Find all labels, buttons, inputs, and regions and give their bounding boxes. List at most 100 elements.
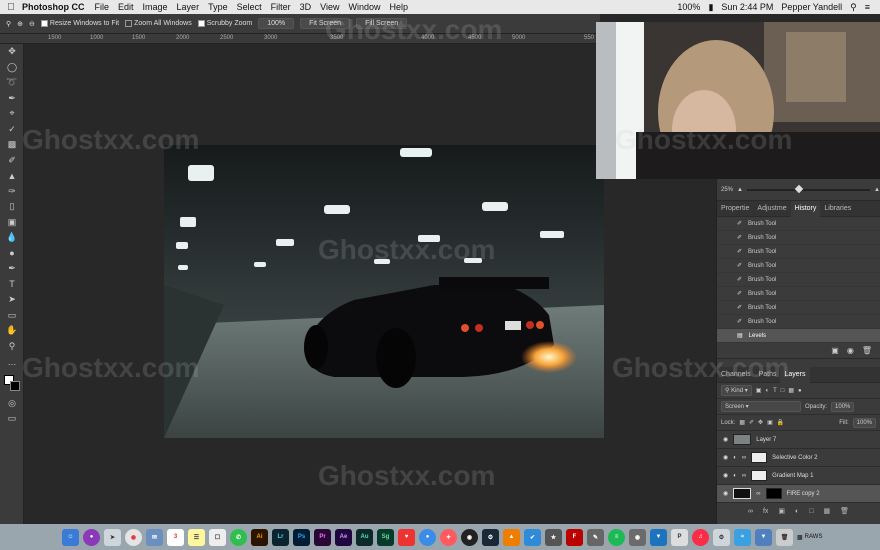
lock-artboard-icon[interactable]: ▣ xyxy=(767,419,773,426)
layer-name[interactable]: Layer 7 xyxy=(756,437,776,443)
app-icon[interactable]: ✔ xyxy=(524,528,541,546)
resize-windows-checkbox[interactable]: Resize Windows to Fit xyxy=(40,20,119,27)
zoom-all-checkbox[interactable]: Zoom All Windows xyxy=(125,20,192,27)
document-canvas[interactable] xyxy=(164,145,604,438)
fit-screen-button[interactable]: Fit Screen xyxy=(300,18,351,29)
zoom-in-large-icon[interactable]: ▲ xyxy=(874,187,880,193)
premiere-icon[interactable]: Pr xyxy=(314,528,331,546)
hand-tool-icon[interactable]: ✋ xyxy=(0,323,24,339)
adjustment-filter-icon[interactable]: ◐ xyxy=(765,388,769,394)
spotify-icon[interactable]: ≡ xyxy=(608,528,625,546)
system-preferences-icon[interactable]: ⚙ xyxy=(713,528,730,546)
eye-icon[interactable]: ◉ xyxy=(723,436,728,443)
menu-list-icon[interactable]: ≡ xyxy=(865,2,870,12)
menu-view[interactable]: View xyxy=(320,2,339,12)
camera-icon[interactable]: ◉ xyxy=(847,346,854,355)
after-effects-icon[interactable]: Ae xyxy=(335,528,352,546)
preview-icon[interactable]: P xyxy=(671,528,688,546)
launchpad-icon[interactable]: ➤ xyxy=(104,528,121,546)
fill-screen-button[interactable]: Fill Screen xyxy=(356,18,408,29)
layer-name[interactable]: Selective Color 2 xyxy=(772,455,817,461)
layer-row[interactable]: ◉ Layer 7 xyxy=(717,431,880,449)
layer-row[interactable]: ◉ ◐ ∞ Selective Color 2 xyxy=(717,449,880,467)
background-color-swatch[interactable] xyxy=(10,380,20,391)
apple-icon[interactable]:  xyxy=(0,2,22,13)
menu-select[interactable]: Select xyxy=(237,2,262,12)
tab-layers[interactable]: Layers xyxy=(780,366,810,383)
zoom-out-small-icon[interactable]: ▲ xyxy=(737,187,743,193)
history-item[interactable]: ✐ Brush Tool xyxy=(717,315,880,329)
new-group-icon[interactable]: □ xyxy=(809,508,813,515)
app-icon[interactable]: ≈ xyxy=(734,528,751,546)
menu-type[interactable]: Type xyxy=(208,2,228,12)
healing-brush-icon[interactable]: ▩ xyxy=(0,137,24,153)
battery-icon[interactable]: ▮ xyxy=(708,2,713,13)
layer-row[interactable]: ◉ ◐ ∞ Gradient Map 1 xyxy=(717,467,880,485)
mail-icon[interactable]: ✉ xyxy=(146,528,163,546)
scrubby-zoom-checkbox[interactable]: Scrubby Zoom xyxy=(197,20,252,27)
speedgrade-icon[interactable]: Sg xyxy=(377,528,394,546)
trash-icon[interactable]: 🗑 xyxy=(840,507,849,515)
illustrator-icon[interactable]: Ai xyxy=(251,528,268,546)
screen-mode-icon[interactable]: ▭ xyxy=(0,411,24,427)
new-layer-icon[interactable]: ▦ xyxy=(824,507,831,515)
history-item[interactable]: ✐ Brush Tool xyxy=(717,217,880,231)
history-item[interactable]: ✐ Brush Tool xyxy=(717,273,880,287)
search-icon[interactable]: ⚲ xyxy=(850,2,857,13)
clock[interactable]: Sun 2:44 PM xyxy=(721,2,773,12)
trash-icon[interactable]: 🗑 xyxy=(862,346,872,355)
eye-icon[interactable]: ◉ xyxy=(723,454,728,461)
lock-image-icon[interactable]: ✐ xyxy=(749,419,754,426)
trash-icon[interactable]: 🗑 xyxy=(776,528,793,546)
marquee-tool-icon[interactable]: ◯ xyxy=(0,60,24,76)
new-adjustment-icon[interactable]: ◐ xyxy=(795,508,799,515)
layer-name[interactable]: Gradient Map 1 xyxy=(772,473,813,479)
quick-select-icon[interactable]: ✒ xyxy=(0,91,24,107)
steam-icon[interactable]: ⚙ xyxy=(482,528,499,546)
quick-mask-icon[interactable]: ◎ xyxy=(0,396,24,412)
eyedropper-icon[interactable]: ✓ xyxy=(0,122,24,138)
filter-toggle-icon[interactable]: ● xyxy=(798,388,802,394)
kind-filter-select[interactable]: ⚲ Kind ▾ xyxy=(721,385,752,396)
eraser-icon[interactable]: ▯ xyxy=(0,199,24,215)
history-item[interactable]: ✐ Brush Tool xyxy=(717,287,880,301)
history-item[interactable]: ✐ Brush Tool xyxy=(717,259,880,273)
type-filter-icon[interactable]: T xyxy=(773,388,777,394)
link-layers-icon[interactable]: ∞ xyxy=(748,508,753,515)
color-swatches[interactable] xyxy=(0,370,24,396)
finder-icon[interactable]: ☺ xyxy=(62,528,79,546)
shape-tool-icon[interactable]: ▭ xyxy=(0,308,24,324)
menu-window[interactable]: Window xyxy=(348,2,380,12)
blend-mode-select[interactable]: Screen ▾ xyxy=(721,401,801,412)
navigator-zoom[interactable]: 25% xyxy=(721,187,733,193)
lock-transparent-icon[interactable]: ▦ xyxy=(739,419,745,426)
siri-icon[interactable]: ● xyxy=(83,528,100,546)
slider-handle[interactable] xyxy=(794,184,804,193)
messenger-icon[interactable]: ● xyxy=(419,528,436,546)
chrome-icon[interactable]: ◉ xyxy=(125,528,142,546)
menu-image[interactable]: Image xyxy=(143,2,168,12)
reminders-icon[interactable]: ☐ xyxy=(209,528,226,546)
zoom-tool-icon[interactable]: ⚲ xyxy=(0,339,24,355)
user-name[interactable]: Pepper Yandell xyxy=(781,2,842,12)
zoom-out-icon[interactable]: ⊖ xyxy=(29,20,35,28)
zoom-tool-icon[interactable]: ⚲ xyxy=(6,20,11,28)
menu-edit[interactable]: Edit xyxy=(118,2,134,12)
smart-object-filter-icon[interactable]: ▦ xyxy=(788,387,794,394)
navigator-zoom-slider[interactable] xyxy=(746,184,871,193)
add-mask-icon[interactable]: ▣ xyxy=(778,507,785,515)
itunes-icon[interactable]: ♫ xyxy=(692,528,709,546)
history-item[interactable]: ✐ Brush Tool xyxy=(717,301,880,315)
fx-icon[interactable]: fx xyxy=(763,508,768,515)
opacity-input[interactable]: 100% xyxy=(831,401,855,412)
tab-history[interactable]: History xyxy=(790,200,821,217)
dodge-tool-icon[interactable]: ● xyxy=(0,246,24,262)
eye-icon[interactable]: ◉ xyxy=(723,490,728,497)
fill-input[interactable]: 100% xyxy=(852,417,876,428)
app-icon[interactable]: ◉ xyxy=(629,528,646,546)
new-document-icon[interactable]: ▣ xyxy=(831,346,839,355)
lock-position-icon[interactable]: ✥ xyxy=(758,419,763,426)
audition-icon[interactable]: Au xyxy=(356,528,373,546)
brush-tool-icon[interactable]: ✐ xyxy=(0,153,24,169)
move-tool-icon[interactable]: ✥ xyxy=(0,44,24,60)
